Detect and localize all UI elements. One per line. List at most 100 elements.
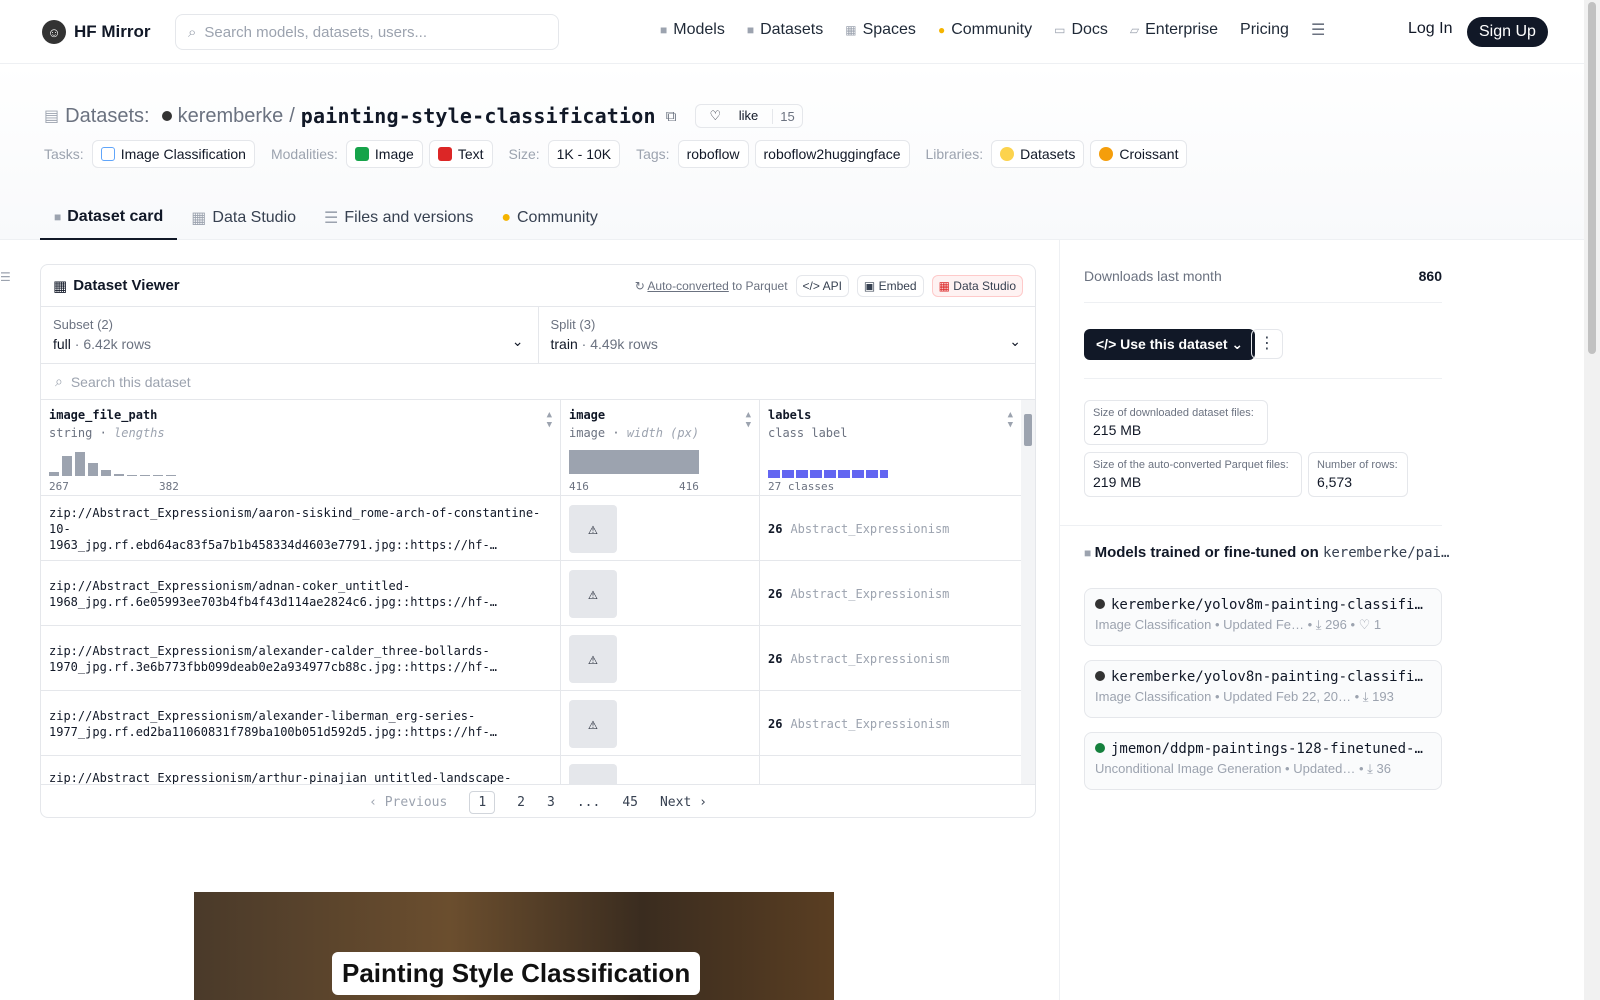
embed-button[interactable]: ▣ Embed — [856, 274, 924, 297]
tag-roboflow[interactable]: roboflow — [677, 140, 749, 168]
page-ellipsis: ... — [576, 795, 601, 810]
tag-roboflow2huggingface[interactable]: roboflow2huggingface — [754, 140, 910, 168]
menu-icon[interactable]: ☰ — [1311, 20, 1325, 40]
tab-community[interactable]: ● Community — [487, 196, 612, 240]
table-row[interactable]: zip://Abstract_Expressionism/aaron-siski… — [41, 496, 1021, 561]
histogram-bar — [101, 470, 111, 476]
column-header-labels[interactable]: labels class label ▲ ▼ 27 classes — [760, 400, 1021, 496]
dataset-search-input[interactable]: ⌕ Search this dataset — [41, 364, 1035, 400]
use-dataset-button[interactable]: </> Use this dataset ⌄ — [1084, 329, 1256, 360]
search-input[interactable]: ⌕ Search models, datasets, users... — [175, 14, 559, 50]
copy-icon[interactable]: ⧉ — [666, 108, 677, 125]
model-card[interactable]: keremberke/yolov8n-painting-classificat…… — [1084, 660, 1442, 718]
data-studio-button[interactable]: ▦ Data Studio — [931, 274, 1023, 297]
subset-select[interactable]: Subset (2) full · 6.42k rows ⌄ — [41, 307, 538, 363]
more-options-button[interactable]: ⋮ — [1251, 329, 1283, 359]
path-line: zip://Abstract_Expressionism/adnan-coker… — [49, 578, 411, 593]
label-cell[interactable]: 26 Abstract_Expressionism — [760, 626, 1021, 691]
path-cell[interactable]: zip://Abstract_Expressionism/alexander-c… — [41, 626, 561, 691]
page-scrollbar[interactable] — [1584, 0, 1600, 1000]
sort-icon[interactable]: ▲ ▼ — [547, 410, 552, 430]
nav-spaces[interactable]: ▦ Spaces — [845, 21, 916, 39]
tag-label: Croissant — [1119, 146, 1179, 162]
tab-data-studio[interactable]: ▦ Data Studio — [177, 196, 310, 240]
task-tag[interactable]: Image Classification — [91, 140, 255, 168]
table-row[interactable]: zip://Abstract_Expressionism/alexander-c… — [41, 626, 1021, 691]
like-button[interactable]: ♡ like 15 — [694, 104, 803, 128]
separator: · — [581, 336, 587, 352]
image-cell[interactable]: ⚠ — [561, 626, 760, 691]
image-cell[interactable] — [561, 756, 760, 784]
table-row[interactable]: zip://Abstract_Expressionism/adnan-coker… — [41, 561, 1021, 626]
nav-models[interactable]: ■ Models — [660, 21, 725, 39]
split-select[interactable]: Split (3) train · 4.49k rows ⌄ — [537, 307, 1036, 363]
nav-label: Enterprise — [1145, 21, 1219, 38]
enterprise-icon: ▱ — [1129, 23, 1140, 37]
grid-scrollbar[interactable] — [1021, 400, 1035, 784]
page-45[interactable]: 45 — [622, 795, 638, 810]
chevron-down-icon: ⌄ — [1227, 336, 1244, 352]
label-cell[interactable]: 26 Abstract_Expressionism — [760, 496, 1021, 561]
sort-icon[interactable]: ▲ ▼ — [1008, 410, 1013, 430]
sidebar-toggle-icon[interactable]: ☰ — [0, 270, 11, 284]
nav-datasets[interactable]: ■ Datasets — [747, 21, 823, 39]
image-cell[interactable]: ⚠ — [561, 691, 760, 756]
label-cell[interactable]: 26 Abstract_Expressionism — [760, 561, 1021, 626]
table-icon: ▦ — [53, 277, 68, 295]
warning-icon: ⚠ — [569, 569, 617, 618]
path-cell[interactable]: zip://Abstract_Expressionism/adnan-coker… — [41, 561, 561, 626]
nav-label: Models — [673, 21, 725, 38]
table-icon: ▦ — [938, 278, 954, 293]
lib-croissant-tag[interactable]: Croissant — [1090, 140, 1188, 168]
scrollbar-thumb[interactable] — [1024, 414, 1032, 446]
label-cell[interactable]: 26 Abstract_Expressionism — [760, 691, 1021, 756]
class-distribution-bar[interactable] — [768, 470, 888, 478]
logo[interactable]: ☺ HF Mirror — [42, 20, 151, 44]
nav-pricing[interactable]: Pricing — [1240, 21, 1289, 39]
repo-owner[interactable]: keremberke — [178, 105, 284, 128]
model-card[interactable]: keremberke/yolov8m-painting-classificat…… — [1084, 588, 1442, 646]
nav-label: Spaces — [862, 21, 916, 38]
modality-image-tag[interactable]: Image — [345, 140, 423, 168]
tab-dataset-card[interactable]: ■ Dataset card — [40, 196, 178, 240]
table-row[interactable]: zip://Abstract_Expressionism/alexander-l… — [41, 691, 1021, 756]
scrollbar-thumb[interactable] — [1588, 2, 1596, 354]
path-cell[interactable]: zip://Abstract_Expressionism/aaron-siski… — [41, 496, 561, 561]
separator: · — [74, 336, 80, 352]
size-tag[interactable]: 1K - 10K — [547, 140, 621, 168]
sort-icon[interactable]: ▲ ▼ — [746, 410, 751, 430]
image-cell[interactable]: ⚠ — [561, 561, 760, 626]
auto-converted-link[interactable]: Auto-converted — [647, 279, 728, 293]
nav-docs[interactable]: ▭ Docs — [1054, 21, 1108, 39]
image-cell[interactable]: ⚠ — [561, 496, 760, 561]
path-cell[interactable]: zip://Abstract_Expressionism/arthur-pina… — [41, 756, 561, 784]
signup-button[interactable]: Sign Up — [1467, 17, 1548, 47]
downloads-label: Downloads last month — [1084, 268, 1222, 284]
modality-text-tag[interactable]: Text — [428, 140, 493, 168]
parquet-note[interactable]: ↻ Auto-converted to Parquet — [635, 279, 788, 293]
table-row[interactable]: zip://Abstract_Expressionism/arthur-pina… — [41, 756, 1021, 784]
nav-community[interactable]: ● Community — [938, 21, 1032, 39]
lib-datasets-tag[interactable]: Datasets — [991, 140, 1085, 168]
path-cell[interactable]: zip://Abstract_Expressionism/alexander-l… — [41, 691, 561, 756]
page-2[interactable]: 2 — [517, 795, 525, 810]
previous-button[interactable]: ‹ Previous — [369, 795, 447, 810]
model-card[interactable]: jmemon/ddpm-paintings-128-finetuned-cel…… — [1084, 732, 1442, 790]
page-1[interactable]: 1 — [469, 791, 496, 814]
width-histogram-bar[interactable] — [569, 450, 699, 474]
nav-enterprise[interactable]: ▱ Enterprise — [1130, 21, 1218, 39]
tab-files[interactable]: ☰ Files and versions — [310, 196, 487, 240]
repo-name[interactable]: painting-style-classification — [301, 104, 656, 128]
next-button[interactable]: Next › — [660, 795, 707, 810]
model-meta: Image Classification • Updated Fe… • ⤓ 2… — [1095, 617, 1382, 632]
column-header-image[interactable]: image image · width (px) ▲ ▼ 416 416 — [561, 400, 760, 496]
api-button[interactable]: </> API — [795, 274, 849, 297]
length-histogram[interactable] — [49, 450, 176, 476]
column-header-image-file-path[interactable]: image_file_path string · lengths ▲ ▼ 267 … — [41, 400, 561, 496]
repo-kind[interactable]: Datasets: — [65, 105, 149, 128]
data-studio-label: Data Studio — [953, 278, 1016, 293]
page-3[interactable]: 3 — [547, 795, 555, 810]
model-meta: Image Classification • Updated Feb 22, 2… — [1095, 689, 1394, 704]
label-cell[interactable] — [760, 756, 1021, 784]
login-link[interactable]: Log In — [1408, 20, 1452, 38]
